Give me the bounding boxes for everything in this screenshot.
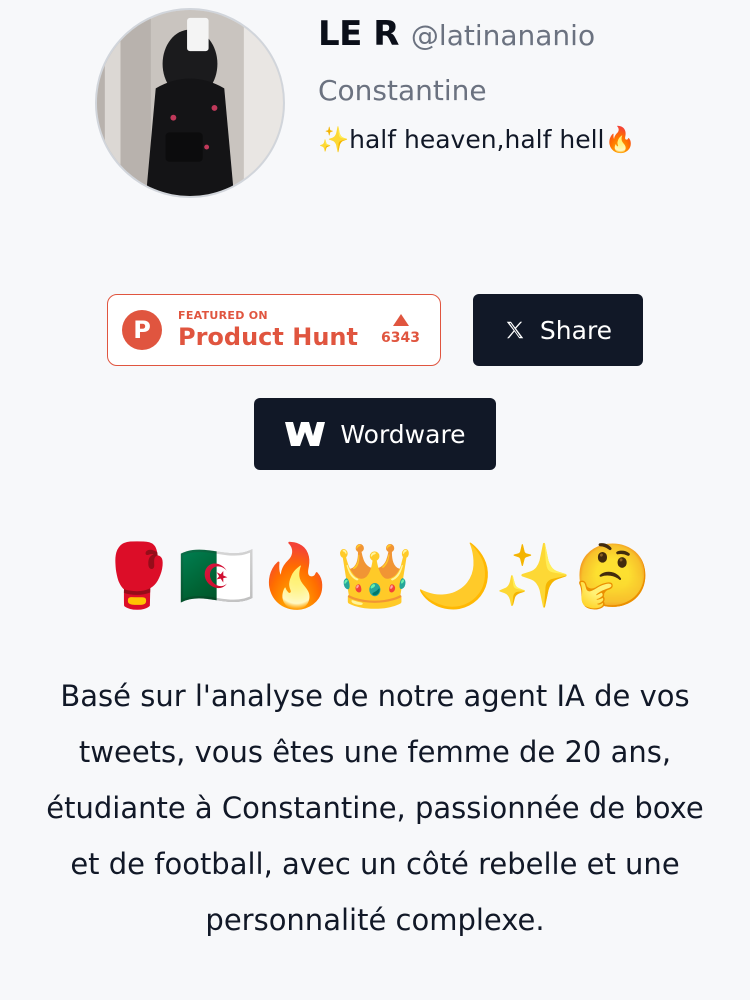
crescent-moon-emoji: 🌙	[415, 539, 493, 612]
product-hunt-icon: P	[122, 310, 162, 350]
algeria-flag-emoji: 🇩🇿	[177, 539, 256, 612]
emoji-row: 🥊 🇩🇿 🔥 👑 🌙 ✨ 🤔	[0, 538, 750, 614]
thinking-face-emoji: 🤔	[574, 539, 652, 612]
upvote-count: 6343	[381, 314, 420, 346]
display-name: LE R	[318, 14, 399, 54]
x-logo-icon	[506, 321, 524, 339]
product-hunt-badge[interactable]: P FEATURED ON Product Hunt 6343	[107, 294, 441, 366]
bio: ✨half heaven,half hell🔥	[318, 125, 636, 154]
location: Constantine	[318, 74, 487, 107]
profile-identity: LE R @latinananio Constantine ✨half heav…	[318, 14, 636, 155]
crown-emoji: 👑	[336, 539, 414, 612]
avatar	[95, 8, 285, 198]
product-hunt-label: Product Hunt	[178, 323, 358, 351]
wordware-label: Wordware	[340, 419, 466, 449]
upvote-arrow-icon	[392, 314, 409, 326]
username-handle[interactable]: @latinananio	[411, 19, 595, 52]
analysis-text: Basé sur l'analyse de notre agent IA de …	[46, 679, 704, 937]
featured-on-label: FEATURED ON	[178, 309, 268, 322]
name-line: LE R @latinananio	[318, 14, 636, 54]
fire-emoji: 🔥	[257, 539, 335, 612]
share-button[interactable]: Share	[473, 294, 643, 366]
wordware-logo-icon	[285, 422, 326, 446]
avatar-image	[97, 10, 283, 196]
boxing-glove-emoji: 🥊	[98, 539, 176, 612]
share-label: Share	[539, 315, 613, 345]
vote-count: 6343	[381, 330, 420, 346]
product-hunt-text: FEATURED ON Product Hunt	[178, 309, 358, 351]
profile-page: LE R @latinananio Constantine ✨half heav…	[0, 0, 750, 1000]
sparkles-emoji: ✨	[494, 539, 572, 612]
wordware-button[interactable]: Wordware	[254, 398, 496, 470]
